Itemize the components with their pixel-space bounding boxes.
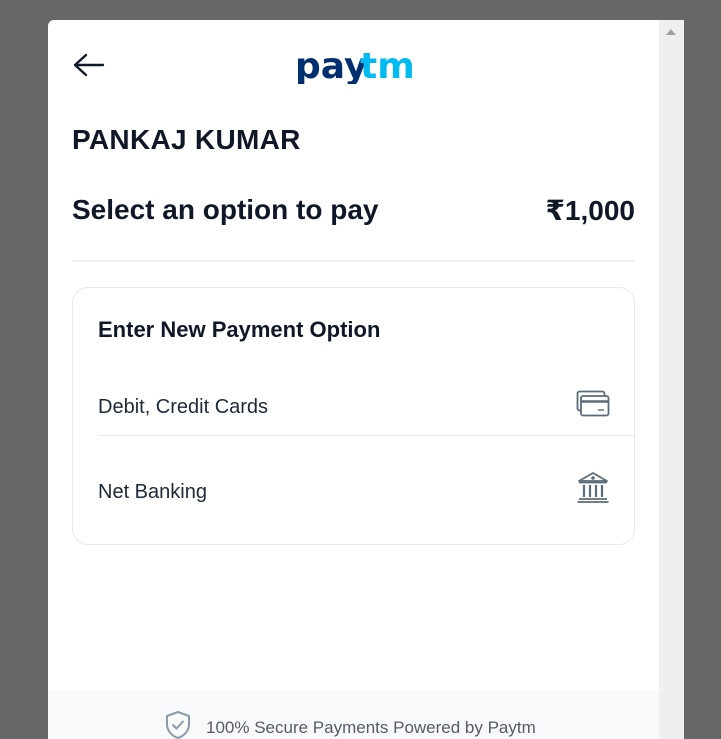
payment-modal: pay tm PANKAJ KUMAR Select an option to … [48, 20, 659, 739]
secure-footer: 100% Secure Payments Powered by Paytm [48, 690, 659, 739]
merchant-name: PANKAJ KUMAR [72, 124, 301, 155]
back-button[interactable] [70, 50, 106, 80]
select-option-title: Select an option to pay [72, 194, 379, 225]
paytm-logo: pay tm [295, 46, 415, 89]
option-separator [98, 435, 634, 436]
payment-amount: ₹1,000 [545, 195, 635, 226]
scroll-up-arrow-icon[interactable] [666, 29, 676, 35]
option-label: Net Banking [98, 481, 207, 503]
option-label: Debit, Credit Cards [98, 396, 269, 418]
credit-card-icon [576, 390, 610, 423]
shield-check-icon [164, 710, 192, 739]
logo-tm-text: tm [360, 46, 413, 84]
new-payment-title: Enter New Payment Option [98, 317, 381, 342]
secure-payments-text: 100% Secure Payments Powered by Paytm [206, 717, 536, 737]
logo-pay-text: pay [295, 46, 367, 84]
new-payment-card: Enter New Payment Option Debit, Credit C… [72, 287, 635, 545]
option-debit-credit-cards[interactable]: Debit, Credit Cards [98, 372, 634, 444]
arrow-left-icon [73, 53, 105, 77]
vertical-scrollbar[interactable] [659, 20, 684, 739]
bank-icon [576, 470, 610, 509]
divider [72, 260, 635, 262]
option-net-banking[interactable]: Net Banking [98, 457, 634, 529]
